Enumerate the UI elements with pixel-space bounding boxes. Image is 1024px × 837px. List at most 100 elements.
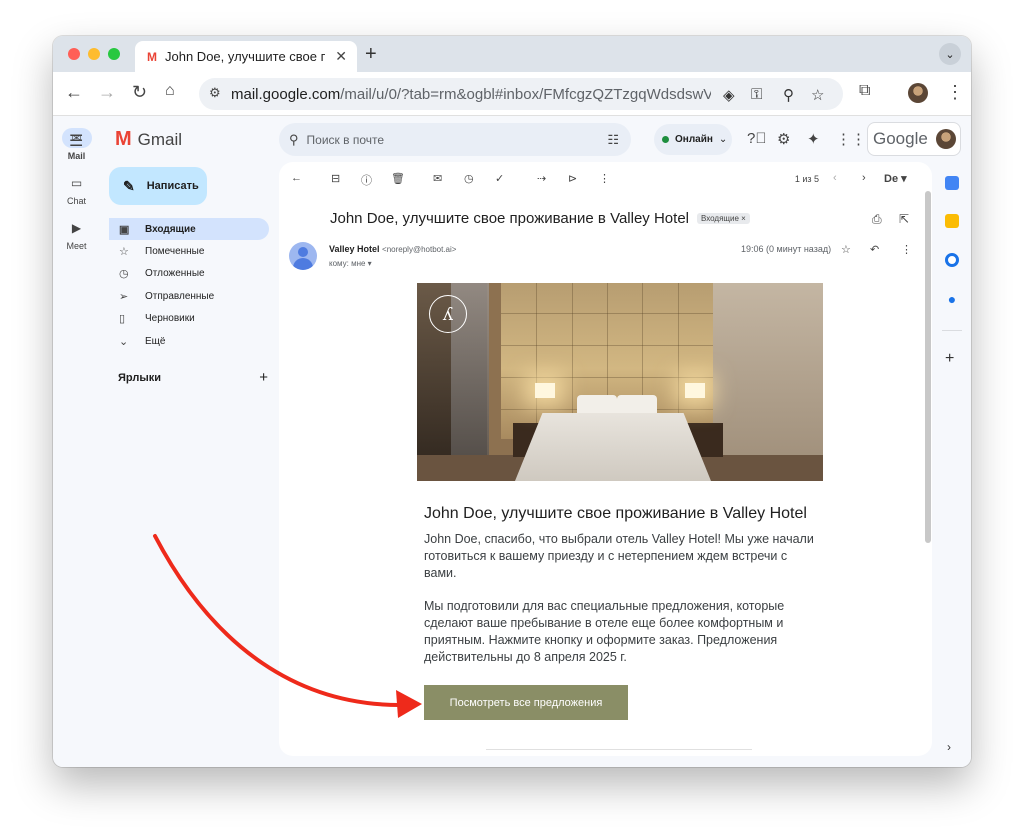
sidebar-item-more[interactable]: ⌄ Ещё: [109, 330, 269, 352]
email-heading: John Doe, улучшите свое проживание в Val…: [424, 505, 807, 522]
divider: [942, 330, 962, 331]
print-icon[interactable]: ⎙: [872, 212, 882, 227]
delete-icon[interactable]: 🗑: [391, 172, 405, 185]
browser-tab[interactable]: M John Doe, улучшите свое пр ✕: [135, 41, 357, 72]
inbox-label-badge[interactable]: Входящие ×: [697, 213, 750, 224]
message-toolbar: ← ⊟ ⓘ 🗑 ✉ ◷ ✓ ⇢ ⊳ ⋮ 1 из 5 ‹ › De ▾: [279, 162, 932, 192]
google-account-button[interactable]: Google: [867, 122, 961, 156]
browser-menu-icon[interactable]: ⋮: [946, 82, 964, 103]
sender-name[interactable]: Valley Hotel: [329, 244, 380, 254]
get-addons-icon[interactable]: +: [945, 350, 954, 368]
gemini-sparkle-icon[interactable]: ✦: [807, 130, 820, 148]
more-actions-icon[interactable]: ⋮: [599, 172, 610, 185]
show-side-panel-icon[interactable]: ›: [947, 740, 951, 754]
status-dropdown[interactable]: Онлайн ⌄: [654, 124, 732, 155]
main-menu-icon[interactable]: ☰: [69, 131, 83, 151]
zoom-icon[interactable]: ⚲: [783, 86, 794, 104]
view-offers-button[interactable]: Посмотреть все предложения: [424, 685, 628, 720]
settings-gear-icon[interactable]: ⚙: [777, 130, 790, 148]
input-tools-label: De: [884, 173, 899, 185]
url-field[interactable]: ⚙ mail.google.com/mail/u/0/?tab=rm&ogbl#…: [199, 78, 843, 110]
gmail-m-icon: M: [115, 128, 132, 150]
clock-icon: ◷: [119, 268, 129, 281]
email-view: ← ⊟ ⓘ 🗑 ✉ ◷ ✓ ⇢ ⊳ ⋮ 1 из 5 ‹ › De ▾ John…: [279, 162, 932, 756]
star-icon: ☆: [119, 246, 129, 259]
profile-avatar[interactable]: [908, 83, 928, 103]
sidebar-item-sent[interactable]: ➢ Отправленные: [109, 285, 269, 307]
gmail-logo[interactable]: M Gmail: [115, 128, 182, 151]
site-info-icon[interactable]: ⚙: [209, 85, 221, 101]
extension-diamond-icon[interactable]: ◈: [723, 86, 735, 104]
pencil-icon: ✎: [123, 177, 135, 194]
scrollbar[interactable]: [925, 191, 931, 543]
tasks-icon[interactable]: [945, 253, 959, 267]
reload-icon[interactable]: ↻: [132, 82, 147, 103]
sender-avatar[interactable]: [289, 242, 317, 270]
maximize-window-button[interactable]: [108, 48, 120, 60]
sidebar-item-starred[interactable]: ☆ Помеченные: [109, 240, 269, 262]
apps-grid-icon[interactable]: ⋮⋮: [836, 130, 866, 148]
bookmark-star-icon[interactable]: ☆: [811, 86, 824, 104]
minimize-window-button[interactable]: [88, 48, 100, 60]
search-placeholder: Поиск в почте: [306, 132, 385, 147]
hotel-room-image: ʎ: [417, 283, 823, 481]
close-window-button[interactable]: [68, 48, 80, 60]
report-spam-icon[interactable]: ⓘ: [361, 172, 372, 188]
labels-section: Ярлыки +: [118, 369, 268, 386]
extensions-puzzle-icon[interactable]: ⧉: [859, 82, 870, 100]
tab-search-button[interactable]: ⌄: [939, 43, 961, 65]
label-icon[interactable]: ⊳: [568, 172, 577, 185]
add-task-icon[interactable]: ✓: [495, 172, 504, 185]
address-bar: ← → ↻ ⌂ ⚙ mail.google.com/mail/u/0/?tab=…: [53, 72, 971, 116]
password-key-icon[interactable]: ⚿: [751, 86, 762, 103]
add-label-button[interactable]: +: [259, 369, 268, 386]
sidebar-item-inbox[interactable]: ▣ Входящие: [109, 218, 269, 241]
sidebar-item-snoozed[interactable]: ◷ Отложенные: [109, 263, 269, 285]
compose-label: Написать: [146, 180, 199, 192]
message-more-icon[interactable]: ⋮: [901, 243, 912, 256]
star-icon[interactable]: ☆: [841, 243, 851, 256]
newer-chevron-icon[interactable]: ‹: [833, 172, 837, 184]
gmail-favicon-icon: M: [147, 49, 157, 64]
forward-arrow-icon[interactable]: →: [98, 82, 116, 103]
close-tab-icon[interactable]: ✕: [335, 48, 347, 65]
rail-item-chat[interactable]: ▭ Chat: [53, 173, 100, 206]
rail-item-meet[interactable]: ▶ Meet: [53, 218, 100, 251]
back-arrow-icon[interactable]: ←: [65, 82, 83, 103]
sidebar-item-drafts[interactable]: ▯ Черновики: [109, 308, 269, 330]
open-new-window-icon[interactable]: ⇱: [899, 212, 909, 226]
meet-icon: ▶: [71, 221, 82, 235]
search-options-icon[interactable]: ☷: [607, 132, 619, 148]
reply-icon[interactable]: ↶: [870, 243, 879, 256]
mark-unread-icon[interactable]: ✉: [433, 172, 442, 185]
home-icon[interactable]: ⌂: [165, 82, 175, 100]
contacts-icon[interactable]: ●: [945, 292, 959, 306]
search-input[interactable]: ⚲ Поиск в почте ☷: [279, 123, 631, 156]
snooze-icon[interactable]: ◷: [464, 172, 474, 185]
compose-button[interactable]: ✎ Написать: [109, 167, 207, 205]
move-to-icon[interactable]: ⇢: [537, 172, 546, 185]
send-icon: ➢: [119, 290, 129, 303]
pager-count: 1 из 5: [794, 174, 819, 184]
sidebar-item-label: Ещё: [145, 335, 166, 347]
sidebar-item-label: Черновики: [145, 313, 195, 325]
input-tools-button[interactable]: De ▾: [884, 172, 907, 185]
url-domain: mail.google.com: [231, 85, 341, 103]
hotel-logo-icon: ʎ: [429, 295, 467, 333]
rail-label-meet: Meet: [66, 241, 87, 251]
help-icon[interactable]: ?⃝: [747, 130, 767, 147]
tab-bar: M John Doe, улучшите свое пр ✕ + ⌄: [53, 36, 971, 72]
recipient-toggle[interactable]: кому: мне ▾: [329, 259, 372, 268]
new-tab-button[interactable]: +: [365, 43, 377, 66]
tab-title: John Doe, улучшите свое пр: [165, 49, 325, 64]
sidebar-item-label: Отложенные: [145, 268, 205, 280]
email-paragraph-1: John Doe, спасибо, что выбрали отель Val…: [424, 532, 814, 580]
older-chevron-icon[interactable]: ›: [862, 172, 866, 184]
keep-icon[interactable]: [945, 214, 959, 228]
email-paragraph-2: Мы подготовили для вас специальные предл…: [424, 599, 785, 664]
email-timestamp: 19:06 (0 минут назад): [741, 244, 832, 254]
calendar-icon[interactable]: [945, 176, 959, 190]
folder-list: ▣ Входящие ☆ Помеченные ◷ Отложенные ➢ Отпра…: [109, 218, 269, 352]
archive-icon[interactable]: ⊟: [331, 172, 340, 185]
back-to-inbox-icon[interactable]: ←: [291, 172, 302, 184]
